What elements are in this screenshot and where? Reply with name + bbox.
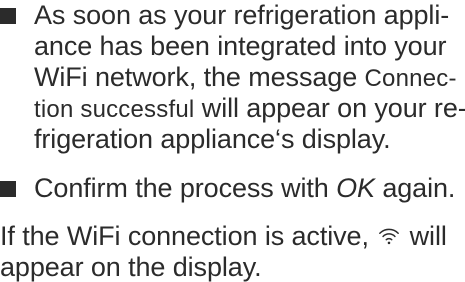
item1-line4-rest: will appear on your re-	[194, 93, 465, 123]
para-prefix: If the WiFi connection is active,	[0, 221, 377, 251]
item1-line3: WiFi network, the message Connec-	[34, 62, 457, 94]
item2-suffix: again.	[374, 173, 456, 203]
bullet-marker	[0, 181, 16, 197]
wifi-icon	[379, 228, 400, 245]
display-message-part2: tion successful	[34, 96, 195, 123]
item2-prefix: Confirm the process with	[34, 173, 337, 203]
para-suffix: will	[402, 221, 447, 251]
bullet-marker	[0, 8, 16, 24]
item2-line: Confirm the process with OK again.	[34, 173, 455, 203]
item1-line3-text: WiFi network, the message	[34, 62, 365, 92]
para-line2: appear on the display.	[0, 252, 262, 282]
item1-line5: frigeration appliance‘s display.	[34, 124, 391, 154]
para-line1: If the WiFi connection is active, will	[0, 221, 447, 251]
item1-line2: ance has been integrated into your	[34, 31, 447, 61]
display-message-part1: Connec-	[364, 65, 457, 92]
ok-label: OK	[336, 173, 375, 203]
item1-line1: As soon as your refrigeration appli-	[34, 0, 450, 30]
item1-line4: tion successful will appear on your re-	[34, 93, 465, 125]
